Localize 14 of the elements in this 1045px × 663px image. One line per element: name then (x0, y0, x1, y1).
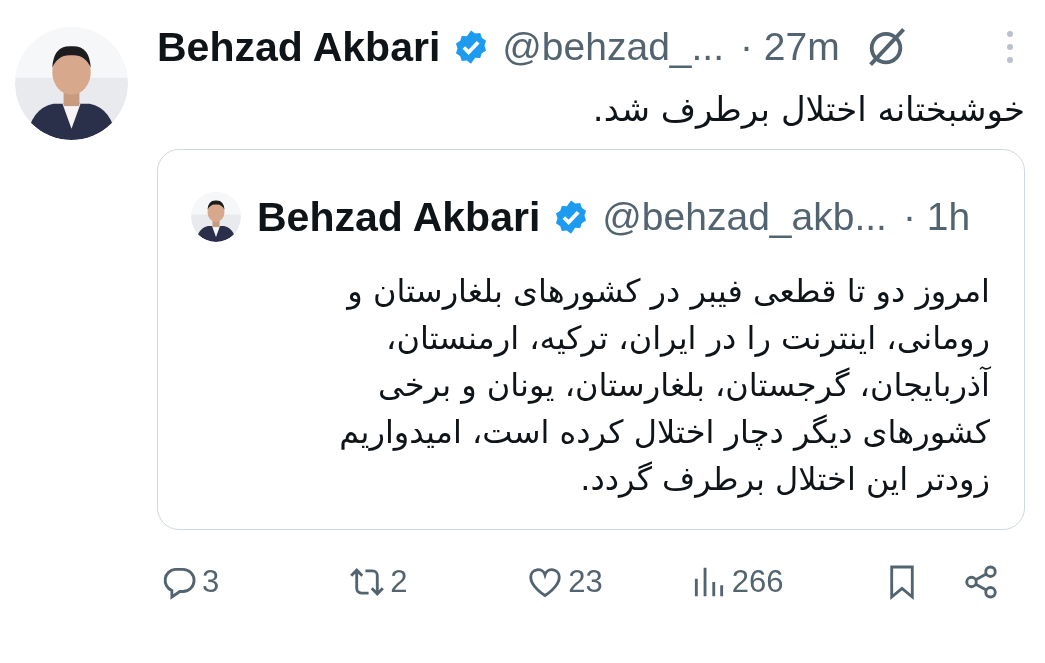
quoted-post-text: امروز دو تا قطعی فیبر در کشورهای بلغارستان و رومانی، اینترنت را در ایران، ترکیه، ارمنستان، آذربایجان، گرجستان، بلغارستان، یونان و برخی کشورهای دیگر دچار اختلال کرده است، امیدواریم زودتر این اختلال برطرف گردد. (338, 271, 990, 500)
post-text: خوشبختانه اختلال برطرف شد. (591, 88, 1025, 131)
author-name[interactable]: Behzad Akbari (257, 193, 541, 241)
author-handle: @behzad_... (502, 25, 725, 69)
author-handle: @behzad_akb... (602, 195, 887, 239)
retweet-count: 2 (390, 564, 408, 600)
quoted-post-card[interactable] (157, 149, 1025, 530)
post-time: · 1h (902, 195, 971, 239)
post-time: · 27m (740, 25, 840, 69)
like-count: 23 (568, 564, 603, 600)
reply-count: 3 (202, 564, 220, 600)
views-count: 266 (731, 564, 784, 600)
author-name[interactable]: Behzad Akbari (157, 23, 441, 71)
share-icon[interactable] (962, 563, 1000, 601)
